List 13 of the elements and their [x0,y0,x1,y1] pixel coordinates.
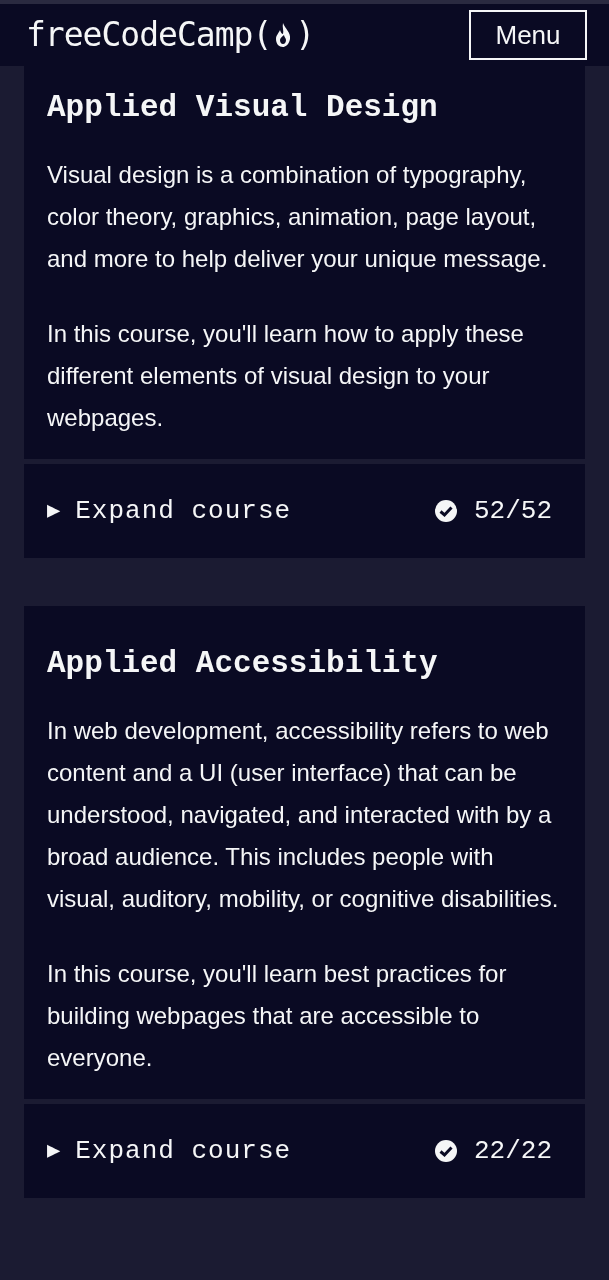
course-description: Visual design is a combination of typography, color theory, graphics, animation, page layout, and more to help deliver your unique message. [47,160,549,274]
course-title: Applied Visual Design [47,89,439,127]
course-description: In web development, accessibility refers to web content and a UI (user interface) that can be understood, navigated, and interacted with by a broad audience. This includes people with visual, auditory, mobility, or cognitive disabilities. [47,716,560,914]
logo-text[interactable]: freeCodeCamp( [26,10,272,60]
course-description: In this course, you'll learn how to apply these different elements of visual design to your webpages. [47,319,525,433]
course-title: Applied Accessibility [47,645,439,683]
expand-course-button[interactable]: ▶ Expand course [47,491,292,531]
expand-course-button[interactable]: ▶ Expand course [47,1131,292,1171]
progress-count: 52/52 [474,494,552,528]
progress-count: 22/22 [474,1134,552,1168]
course-description: In this course, you'll learn best practices for building webpages that are accessible to everyone. [47,959,508,1073]
logo-text[interactable]: ) [295,10,316,60]
menu-button[interactable]: Menu [469,10,587,60]
